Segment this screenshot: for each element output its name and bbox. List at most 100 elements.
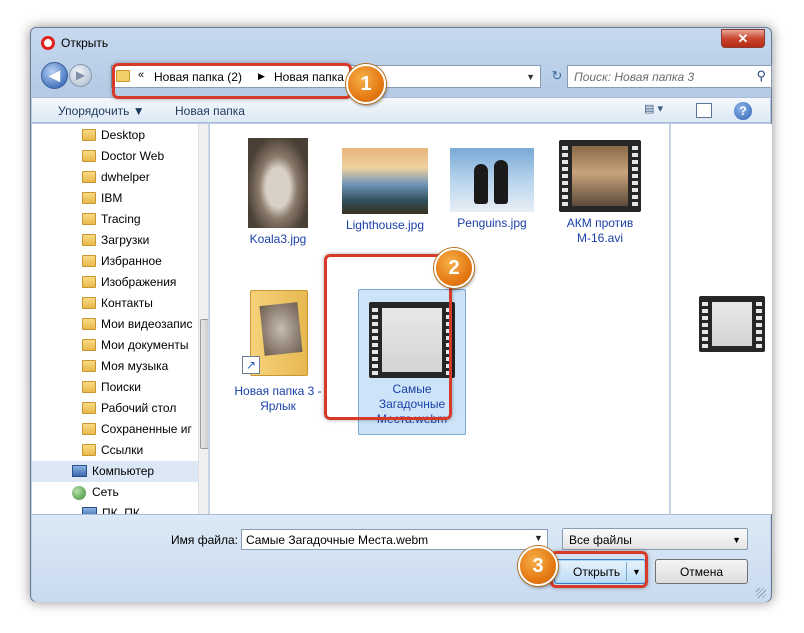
folder-icon	[82, 339, 96, 351]
sidebar-item-label: Doctor Web	[101, 149, 165, 163]
cancel-button[interactable]: Отмена	[655, 559, 748, 584]
computer-icon	[82, 507, 97, 514]
resize-grip[interactable]	[756, 588, 766, 598]
chevron-down-icon[interactable]: ▼	[534, 533, 543, 543]
search-icon[interactable]: ⚲	[756, 68, 766, 84]
sidebar-item-doctor-web[interactable]: Doctor Web	[32, 146, 198, 167]
window-title: Открыть	[61, 36, 109, 50]
sidebar-item-pc[interactable]: ПК_ПК	[32, 503, 198, 514]
back-button[interactable]: ◀	[41, 62, 68, 89]
sidebar-item-my-music[interactable]: Моя музыка	[32, 356, 198, 377]
file-item[interactable]: АКМ против М-16.avi	[546, 140, 654, 246]
sidebar-item-label: ПК_ПК	[102, 506, 140, 514]
file-name: Самые Загадочные Места.webm	[376, 382, 448, 426]
sidebar-item-label: Поиски	[101, 380, 141, 394]
split-divider	[626, 562, 627, 581]
sidebar-item-contacts[interactable]: Контакты	[32, 293, 198, 314]
search-input[interactable]	[568, 66, 743, 87]
preview-thumbnail	[699, 296, 765, 352]
file-name: АКМ против М-16.avi	[566, 216, 634, 245]
sidebar-item-desktop[interactable]: Desktop	[32, 125, 198, 146]
video-frame	[712, 302, 752, 346]
chevron-down-icon: ▼	[732, 535, 741, 545]
chevron-right-icon[interactable]: ▶	[258, 71, 265, 82]
folder-icon	[82, 192, 96, 204]
open-file-dialog: Открыть ✕ ◀ ▶ « Новая папка (2) ▶ Новая …	[30, 27, 772, 602]
sidebar-item-computer[interactable]: Компьютер	[32, 461, 198, 482]
file-name: Lighthouse.jpg	[345, 218, 425, 232]
sidebar-scrollbar[interactable]	[198, 124, 208, 514]
title-bar[interactable]: Открыть ✕	[31, 28, 771, 58]
sidebar-item-tracing[interactable]: Tracing	[32, 209, 198, 230]
new-folder-button[interactable]: Новая папка	[175, 104, 245, 118]
navigation-pane: Desktop Doctor Web dwhelper IBM Tracing …	[32, 124, 209, 514]
preview-pane	[670, 124, 772, 514]
video-thumbnail	[369, 302, 455, 378]
sidebar-item-label: Мои видеозапис	[101, 317, 193, 331]
sidebar-item-ibm[interactable]: IBM	[32, 188, 198, 209]
sidebar-item-dwhelper[interactable]: dwhelper	[32, 167, 198, 188]
filetype-select[interactable]: Все файлы ▼	[562, 528, 748, 550]
file-name: Koala3.jpg	[249, 232, 307, 246]
network-icon	[72, 486, 86, 500]
file-item[interactable]: Lighthouse.jpg	[331, 148, 439, 233]
command-toolbar: Упорядочить ▼ Новая папка ▤ ▾ ?	[32, 97, 770, 123]
opera-icon	[41, 36, 55, 50]
view-options-button[interactable]: ▤ ▾	[644, 102, 678, 120]
folder-icon	[82, 297, 96, 309]
sidebar-item-downloads[interactable]: Загрузки	[32, 230, 198, 251]
folder-icon	[82, 444, 96, 456]
computer-icon	[72, 465, 87, 477]
folder-icon	[82, 360, 96, 372]
folder-icon	[82, 276, 96, 288]
close-button[interactable]: ✕	[721, 29, 765, 48]
sidebar-item-label: Рабочий стол	[101, 401, 177, 415]
address-bar[interactable]: « Новая папка (2) ▶ Новая папка 3 ▶ ▼	[111, 65, 541, 88]
file-item[interactable]: ↗ Новая папка 3 - Ярлык	[224, 282, 332, 414]
breadcrumb-item[interactable]: Новая папка 3	[274, 70, 354, 84]
address-dropdown-icon[interactable]: ▼	[526, 72, 535, 82]
folder-icon	[116, 70, 130, 82]
sidebar-item-label: Избранное	[101, 254, 162, 268]
open-button[interactable]: Открыть ▼	[554, 559, 646, 584]
file-item[interactable]: Penguins.jpg	[438, 148, 546, 231]
sidebar-item-saved-games[interactable]: Сохраненные иг	[32, 419, 198, 440]
penguin-shape	[494, 160, 508, 204]
sidebar-item-label: Сеть	[92, 485, 119, 499]
organize-button[interactable]: Упорядочить ▼	[58, 104, 145, 118]
file-list: Koala3.jpg Lighthouse.jpg Penguins.jpg А…	[210, 124, 669, 514]
filename-label: Имя файла:	[171, 533, 238, 547]
file-item[interactable]: Koala3.jpg	[224, 138, 332, 247]
sidebar-item-network[interactable]: Сеть	[32, 482, 198, 503]
sidebar-item-my-documents[interactable]: Мои документы	[32, 335, 198, 356]
step-marker-2: 2	[434, 248, 474, 288]
video-thumbnail	[559, 140, 641, 212]
sidebar-item-desktop-ru[interactable]: Рабочий стол	[32, 398, 198, 419]
folder-icon	[82, 402, 96, 414]
file-item-selected[interactable]: Самые Загадочные Места.webm	[358, 289, 466, 435]
folder-icon	[82, 129, 96, 141]
sidebar-item-label: Контакты	[101, 296, 153, 310]
refresh-button[interactable]: ↻	[547, 67, 567, 87]
sidebar-item-pictures[interactable]: Изображения	[32, 272, 198, 293]
help-icon[interactable]: ?	[734, 102, 752, 120]
breadcrumb-item[interactable]: Новая папка (2)	[154, 70, 242, 84]
navigation-bar: ◀ ▶ « Новая папка (2) ▶ Новая папка 3 ▶ …	[37, 62, 772, 90]
sidebar-item-label: Изображения	[101, 275, 177, 289]
sidebar-item-my-videos[interactable]: Мои видеозапис	[32, 314, 198, 335]
sidebar-item-searches[interactable]: Поиски	[32, 377, 198, 398]
chevron-down-icon[interactable]: ▼	[632, 567, 641, 577]
sidebar-item-label: Tracing	[101, 212, 141, 226]
filename-input[interactable]	[241, 529, 548, 550]
forward-button[interactable]: ▶	[69, 64, 92, 87]
folder-icon	[82, 423, 96, 435]
preview-pane-button[interactable]	[696, 103, 712, 118]
sidebar-item-label: Desktop	[101, 128, 146, 142]
scrollbar-thumb[interactable]	[200, 319, 208, 449]
step-marker-3: 3	[518, 546, 558, 586]
sidebar-item-links[interactable]: Ссылки	[32, 440, 198, 461]
breadcrumb-overflow[interactable]: «	[138, 69, 144, 81]
file-name: Penguins.jpg	[457, 216, 527, 230]
video-frame	[382, 308, 442, 372]
sidebar-item-favorites[interactable]: Избранное	[32, 251, 198, 272]
